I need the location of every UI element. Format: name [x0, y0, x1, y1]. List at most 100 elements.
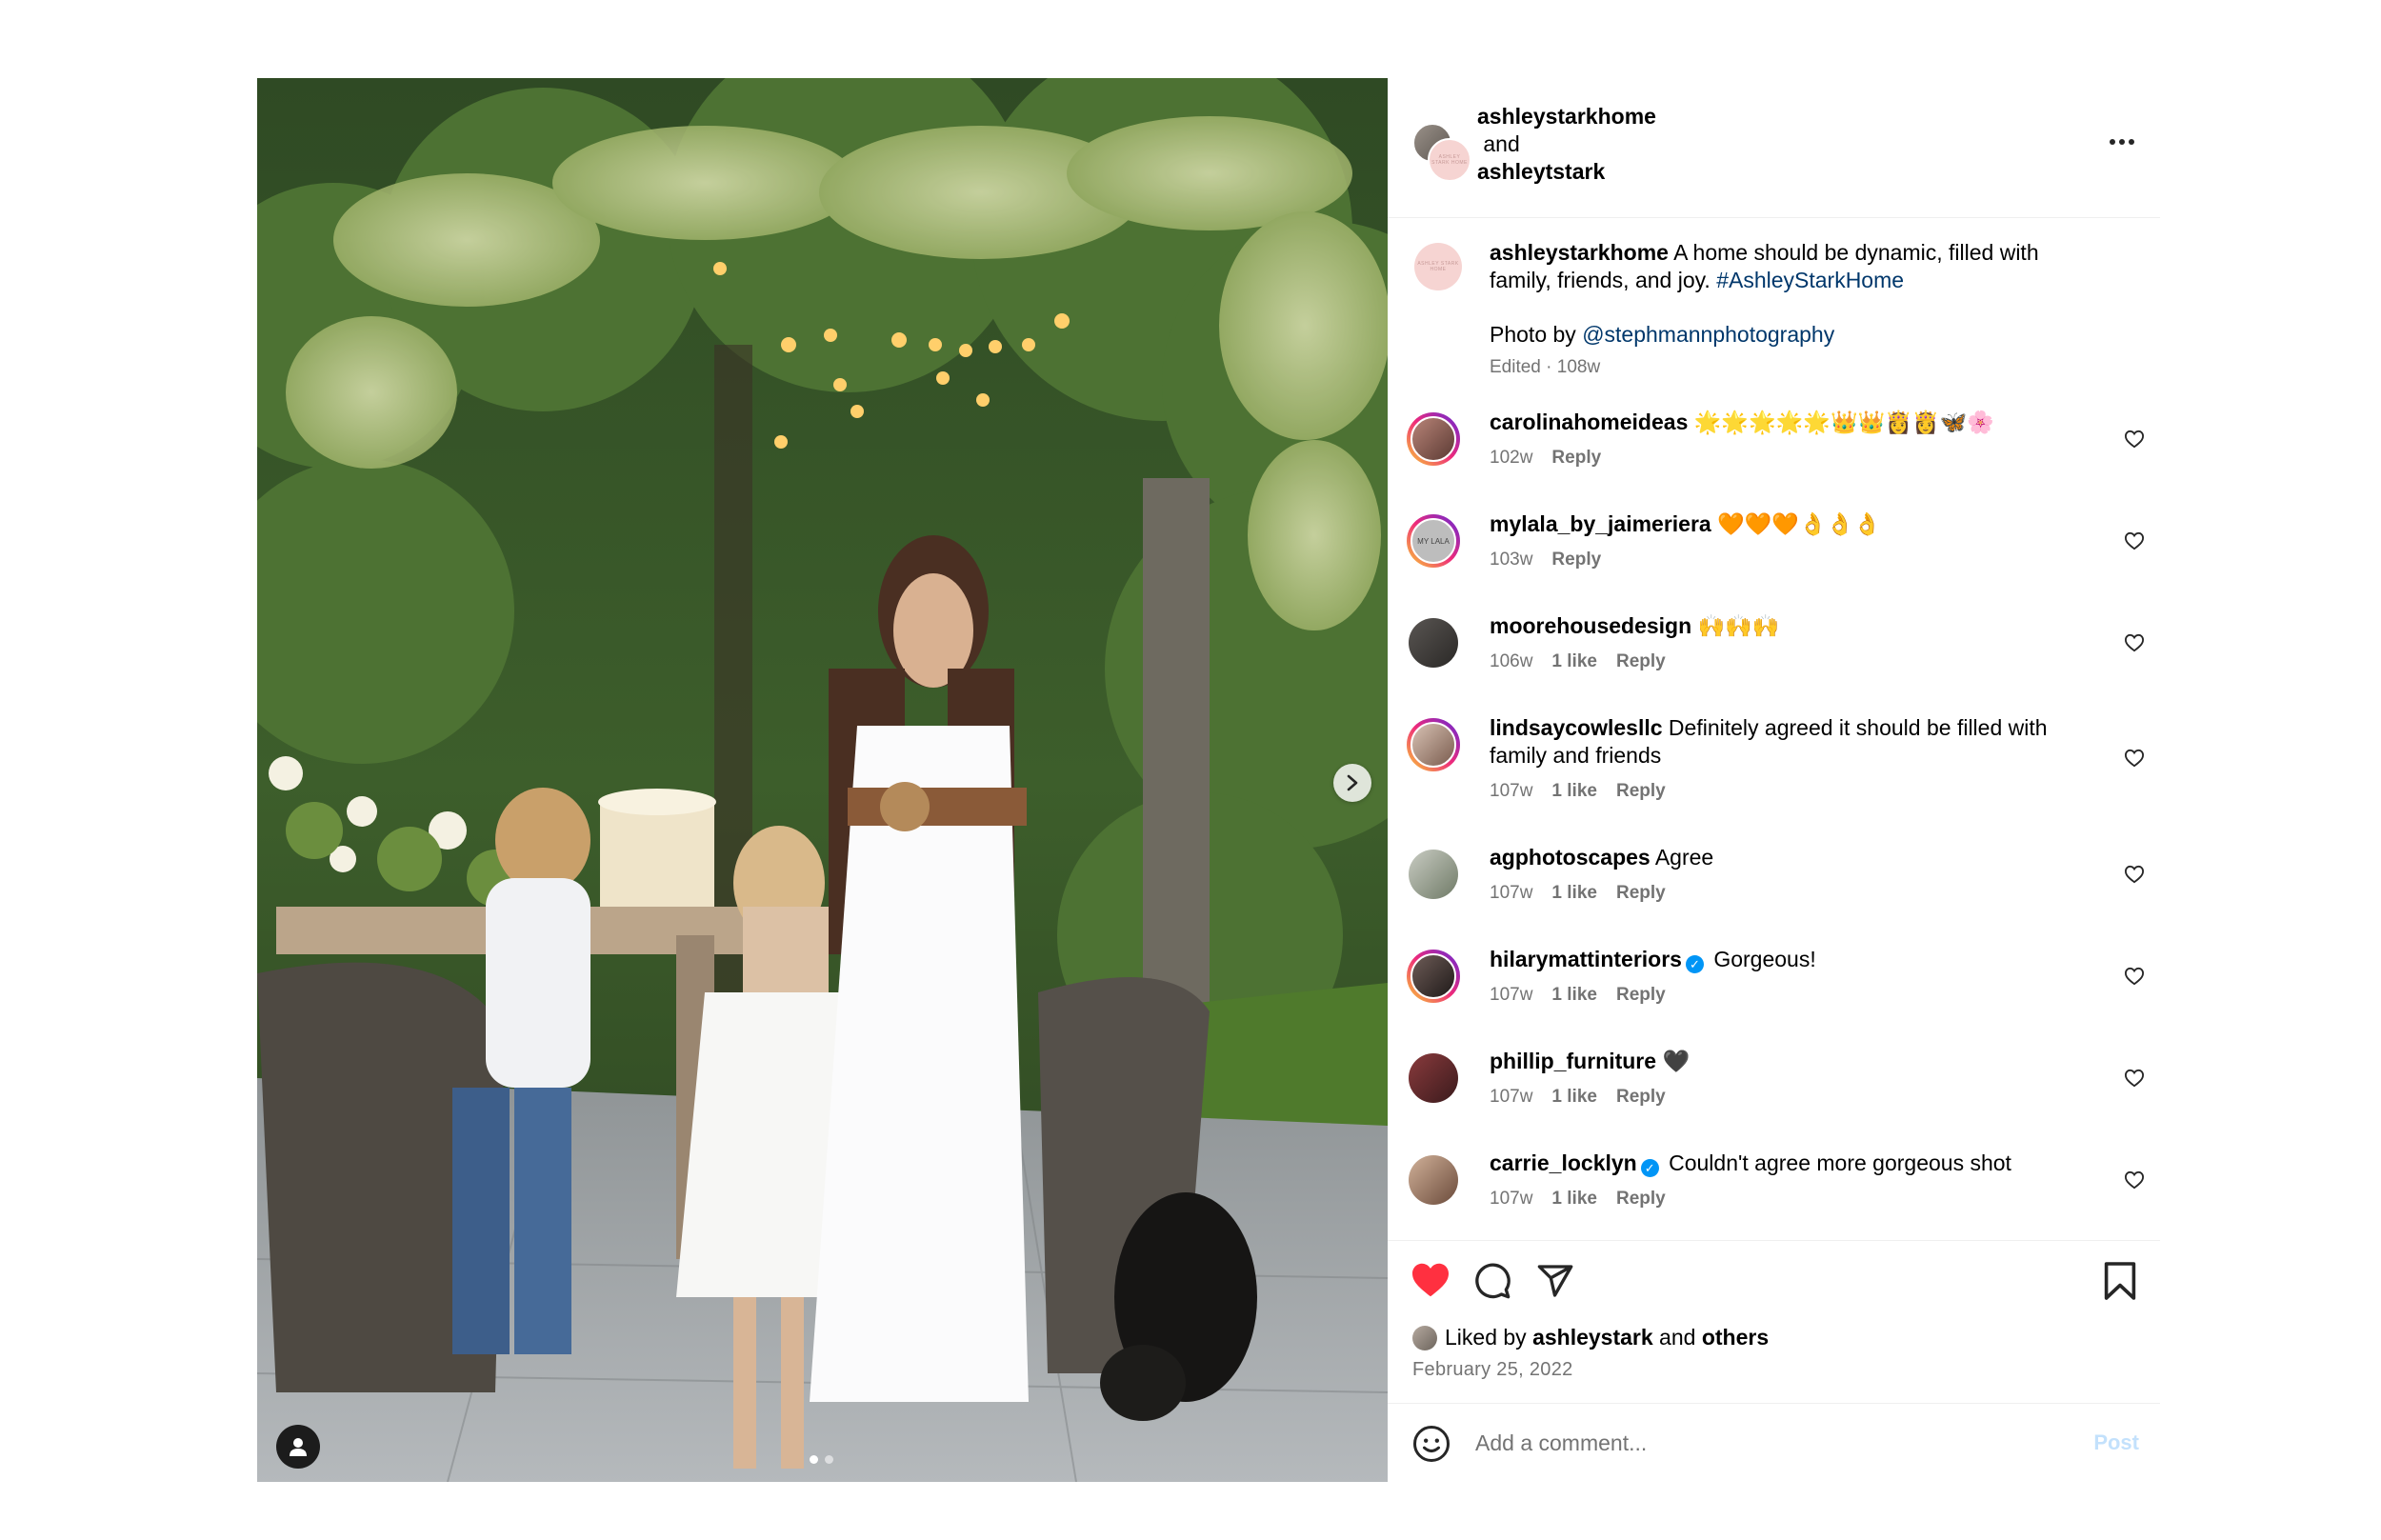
post-date[interactable]: February 25, 2022	[1412, 1359, 1573, 1381]
post-caption: ASHLEY STARK HOME ashleystarkhome A home…	[1388, 218, 2160, 409]
comment-meta: 102w Reply	[1490, 448, 1601, 469]
comment-username[interactable]: hilarymattinteriors	[1490, 947, 1682, 971]
comment-meta: 107w 1 like Reply	[1490, 985, 1666, 1006]
caption-username[interactable]: ashleystarkhome	[1490, 240, 1669, 265]
comment-like-button[interactable]	[2124, 633, 2145, 657]
comment-body: 🙌🙌🙌	[1697, 613, 1780, 638]
comment-time[interactable]: 103w	[1490, 550, 1532, 570]
header-username-1[interactable]: ashleystarkhome	[1477, 103, 1656, 130]
avatar-image	[1411, 722, 1456, 768]
comment-likes[interactable]: 1 like	[1551, 651, 1597, 672]
comment-meta: 107w 1 like Reply	[1490, 781, 1666, 802]
comment-likes[interactable]: 1 like	[1551, 1189, 1597, 1210]
emoji-button[interactable]	[1412, 1425, 1451, 1468]
avatar[interactable]	[1407, 1153, 1460, 1207]
reply-button[interactable]: Reply	[1616, 1087, 1666, 1108]
comment-item: carrie_locklyn ✓ Couldn't agree more gorg…	[1388, 1150, 2160, 1240]
reply-button[interactable]: Reply	[1551, 550, 1601, 570]
comment-username[interactable]: carolinahomeideas	[1490, 410, 1688, 434]
avatar[interactable]: ASHLEY STARK HOME	[1414, 243, 1462, 290]
comment-like-button[interactable]	[2124, 967, 2145, 990]
comment-body: 🖤	[1662, 1049, 1691, 1073]
collab-avatars[interactable]: ASHLEY STARK HOME	[1412, 123, 1471, 182]
liked-by-connector: and	[1659, 1325, 1696, 1350]
heart-outline-icon	[2124, 633, 2145, 652]
share-button[interactable]	[1536, 1262, 1574, 1305]
comment-like-button[interactable]	[2124, 430, 2145, 453]
comment-time[interactable]: 107w	[1490, 781, 1532, 802]
avatar[interactable]: MY LALA	[1407, 514, 1460, 568]
comment-username[interactable]: agphotoscapes	[1490, 845, 1651, 870]
liked-by-others[interactable]: others	[1702, 1325, 1769, 1350]
reply-button[interactable]: Reply	[1551, 448, 1601, 469]
comment-button[interactable]	[1473, 1262, 1511, 1305]
post-comment-button[interactable]: Post	[2093, 1430, 2139, 1455]
avatar-image	[1409, 618, 1458, 668]
avatar[interactable]	[1407, 848, 1460, 901]
more-options-button[interactable]	[2109, 133, 2135, 150]
comment-text: moorehousedesign 🙌🙌🙌	[1490, 612, 2109, 640]
comment-input[interactable]	[1473, 1425, 2068, 1461]
heart-outline-icon	[2124, 865, 2145, 884]
comment-username[interactable]: phillip_furniture	[1490, 1049, 1656, 1073]
reply-button[interactable]: Reply	[1616, 1189, 1666, 1210]
comment-item: MY LALA mylala_by_jaimeriera 🧡🧡🧡👌👌👌 103w…	[1388, 510, 2160, 612]
collab-usernames: ashleystarkhome and ashleytstark	[1477, 103, 1656, 186]
comment-likes[interactable]: 1 like	[1551, 781, 1597, 802]
comment-username[interactable]: lindsaycowlesllc	[1490, 715, 1663, 740]
comment-like-button[interactable]	[2124, 749, 2145, 772]
reply-button[interactable]: Reply	[1616, 651, 1666, 672]
photo-credit-handle[interactable]: @stephmannphotography	[1582, 322, 1834, 347]
comment-time[interactable]: 107w	[1490, 1087, 1532, 1108]
comment-item: lindsaycowlesllc Definitely agreed it sh…	[1388, 714, 2160, 844]
comment-text: phillip_furniture 🖤	[1490, 1048, 2109, 1075]
brand-logo: ASHLEY STARK HOME	[1431, 154, 1468, 166]
comment-text: hilarymattinteriors ✓ Gorgeous!	[1490, 946, 2109, 973]
comment-item: carolinahomeideas 🌟🌟🌟🌟🌟👑👑👸👸🦋🌸 102w Reply	[1388, 409, 2160, 510]
comment-like-button[interactable]	[2124, 1170, 2145, 1194]
comment-username[interactable]: carrie_locklyn	[1490, 1150, 1637, 1175]
add-comment-bar: Post	[1388, 1403, 2160, 1482]
tagged-users-button[interactable]	[276, 1425, 320, 1469]
avatar[interactable]	[1407, 412, 1460, 466]
emoji-icon	[1413, 1426, 1450, 1462]
avatar[interactable]	[1407, 950, 1460, 1003]
comment-time[interactable]: 106w	[1490, 651, 1532, 672]
comment-time[interactable]: 102w	[1490, 448, 1532, 469]
comment-meta: 103w Reply	[1490, 550, 1601, 570]
header-username-2[interactable]: ashleytstark	[1477, 158, 1656, 186]
comment-time[interactable]: 107w	[1490, 985, 1532, 1006]
like-button[interactable]	[1411, 1262, 1451, 1303]
carousel-next-button[interactable]	[1333, 764, 1371, 802]
liked-by-user[interactable]: ashleystark	[1532, 1325, 1653, 1350]
avatar[interactable]	[1407, 1051, 1460, 1105]
comment-like-button[interactable]	[2124, 531, 2145, 555]
avatar-image	[1409, 850, 1458, 899]
comment-like-button[interactable]	[2124, 1069, 2145, 1092]
comment-likes[interactable]: 1 like	[1551, 883, 1597, 904]
reply-button[interactable]: Reply	[1616, 985, 1666, 1006]
caption-meta: Edited · 108w	[1490, 357, 1601, 377]
caption-hashtag[interactable]: #AshleyStarkHome	[1716, 268, 1904, 292]
avatar[interactable]	[1407, 718, 1460, 771]
reply-button[interactable]: Reply	[1616, 781, 1666, 802]
bookmark-icon	[2104, 1262, 2136, 1300]
comment-time[interactable]: 107w	[1490, 1189, 1532, 1210]
comments-list[interactable]: ASHLEY STARK HOME ashleystarkhome A home…	[1388, 218, 2160, 1240]
avatar-image	[1409, 1053, 1458, 1103]
verified-badge-icon: ✓	[1640, 1159, 1659, 1177]
avatar[interactable]	[1407, 616, 1460, 670]
comment-username[interactable]: moorehousedesign	[1490, 613, 1691, 638]
comment-like-button[interactable]	[2124, 865, 2145, 889]
comment-likes[interactable]: 1 like	[1551, 1087, 1597, 1108]
comment-meta: 107w 1 like Reply	[1490, 883, 1666, 904]
post-photo[interactable]	[257, 78, 1388, 1482]
comment-likes[interactable]: 1 like	[1551, 985, 1597, 1006]
send-icon	[1537, 1265, 1573, 1297]
comment-username[interactable]: mylala_by_jaimeriera	[1490, 511, 1711, 536]
reply-button[interactable]: Reply	[1616, 883, 1666, 904]
comment-meta: 107w 1 like Reply	[1490, 1087, 1666, 1108]
save-button[interactable]	[2103, 1262, 2137, 1305]
comment-text: carolinahomeideas 🌟🌟🌟🌟🌟👑👑👸👸🦋🌸	[1490, 409, 2109, 436]
comment-time[interactable]: 107w	[1490, 883, 1532, 904]
